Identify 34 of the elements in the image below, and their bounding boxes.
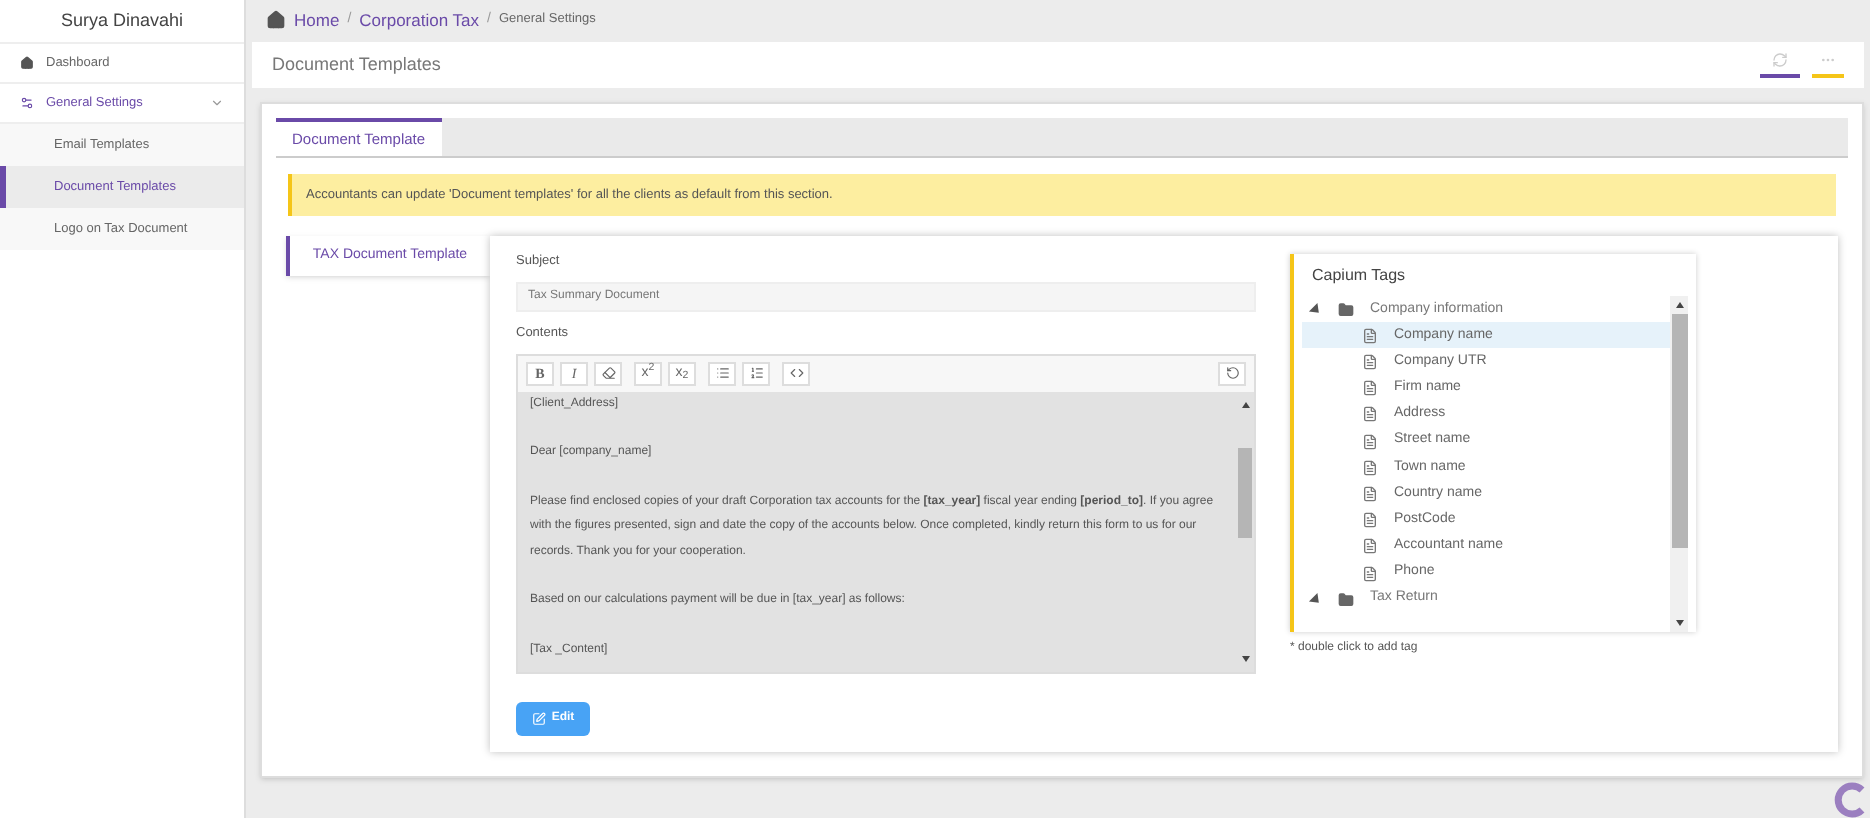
home-icon [20, 56, 34, 70]
breadcrumb-link[interactable]: Home [294, 7, 340, 34]
undo-icon [1225, 366, 1239, 381]
toolbar-button[interactable] [594, 361, 622, 386]
eraser-icon [601, 366, 615, 381]
page-title: Document Templates [272, 51, 443, 78]
folder-icon [1338, 591, 1354, 608]
chevron-down-icon[interactable] [210, 96, 224, 110]
home-icon [266, 10, 286, 31]
toolbar-button[interactable] [708, 361, 736, 386]
folder-icon [1338, 301, 1354, 318]
file-icon [1362, 327, 1378, 344]
file-icon [1362, 433, 1378, 450]
file-icon [1362, 485, 1378, 502]
loading-spinner-icon [1832, 781, 1868, 818]
file-icon [1362, 354, 1378, 371]
file-icon [1362, 380, 1378, 397]
panel-title: Capium Tags [1310, 264, 1408, 289]
breadcrumb-link[interactable]: Corporation Tax [359, 7, 479, 34]
code-icon [789, 366, 803, 381]
file-icon [1362, 459, 1378, 476]
toolbar-button[interactable] [742, 361, 770, 386]
toolbar-button[interactable] [782, 361, 810, 386]
numbered-list-icon [749, 366, 763, 381]
edit-icon [531, 711, 546, 726]
expanded-triangle-icon[interactable] [1308, 592, 1324, 607]
file-icon [1362, 406, 1378, 423]
file-icon [1362, 512, 1378, 529]
undo-button[interactable] [1218, 361, 1246, 386]
rich-text-editor[interactable] [516, 353, 1256, 674]
file-icon [1362, 538, 1378, 555]
file-icon [1362, 565, 1378, 582]
user-name: Surya Dinavahi [0, 0, 244, 44]
bulleted-list-icon [715, 366, 729, 381]
